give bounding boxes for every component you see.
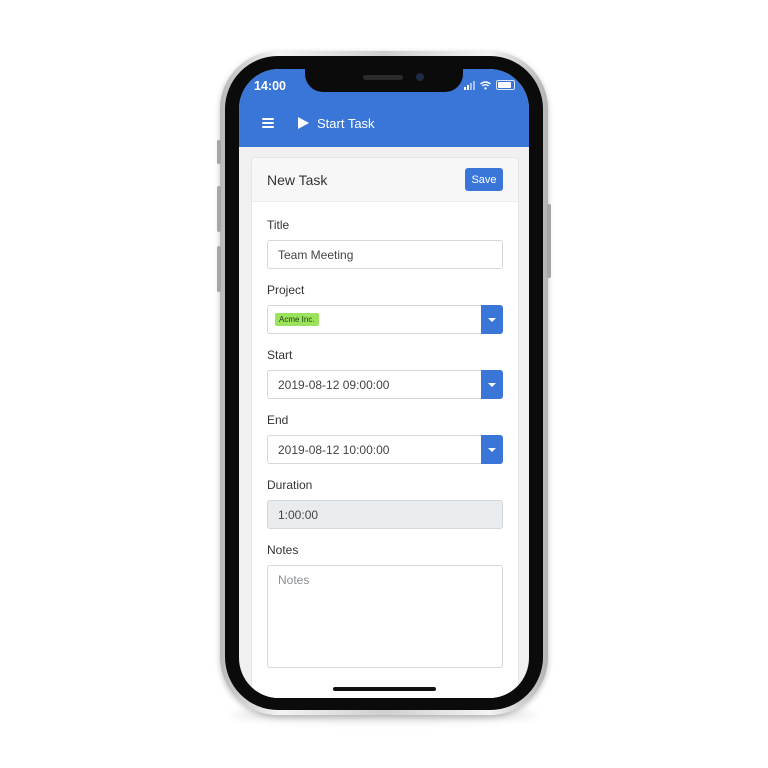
end-datetime-field[interactable]: 2019-08-12 10:00:00 [267,435,503,464]
save-button[interactable]: Save [465,168,503,191]
signal-icon [464,80,475,90]
hamburger-menu-icon[interactable] [262,118,274,128]
page-title: Start Task [317,116,375,131]
task-form-card: New Task Save Title Team Meeting Project… [251,157,519,698]
phone-screen: 14:00 Start Task New Task Save Title Tea… [239,69,529,698]
status-time: 14:00 [254,79,286,93]
notes-textarea[interactable]: Notes [267,565,503,668]
project-label: Project [267,283,305,297]
caret-down-icon [488,383,496,387]
home-indicator [333,687,436,691]
battery-icon [496,80,515,90]
caret-down-icon [488,318,496,322]
start-dropdown-button[interactable] [481,370,503,399]
card-header: New Task Save [252,158,518,202]
speaker-grille [363,75,403,80]
notes-label: Notes [267,543,299,557]
notch [305,69,463,92]
start-datetime-field[interactable]: 2019-08-12 09:00:00 [267,370,503,399]
duration-field: 1:00:00 [267,500,503,529]
project-tag: Acme Inc. [275,313,319,326]
title-input[interactable]: Team Meeting [267,240,503,269]
front-camera [416,73,424,81]
status-icons [464,80,515,90]
end-datetime-value: 2019-08-12 10:00:00 [278,442,390,457]
wifi-icon [480,80,491,90]
duration-label: Duration [267,478,313,492]
project-dropdown-button[interactable] [481,305,503,334]
power-button [547,204,551,278]
play-icon [298,117,309,129]
end-label: End [267,413,289,427]
start-datetime-value: 2019-08-12 09:00:00 [278,377,390,392]
mute-switch [217,140,221,164]
project-select[interactable]: Acme Inc. [267,305,503,334]
volume-down-button [217,246,221,292]
caret-down-icon [488,448,496,452]
title-label: Title [267,218,290,232]
end-dropdown-button[interactable] [481,435,503,464]
start-label: Start [267,348,293,362]
volume-up-button [217,186,221,232]
card-title: New Task [267,172,328,188]
